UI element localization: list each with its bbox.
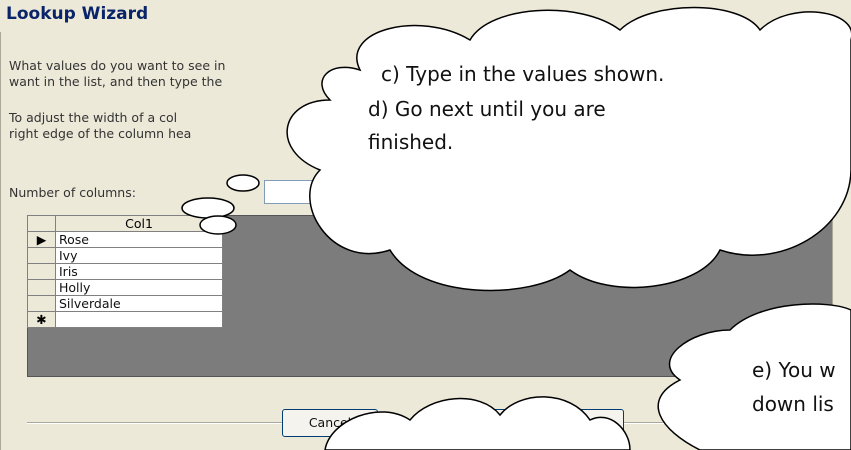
record-selector-current[interactable]: ▶ xyxy=(27,231,56,248)
back-button[interactable]: < Back xyxy=(430,409,526,437)
instruction-line-3: To adjust the width of a col xyxy=(9,110,178,125)
column-header-col1[interactable]: Col1 xyxy=(55,215,223,232)
record-selector[interactable] xyxy=(27,295,56,312)
table-row-new[interactable] xyxy=(55,311,223,328)
table-row[interactable]: Ivy xyxy=(55,247,223,264)
values-datasheet: Col1 ▶ Rose Ivy Iris Holly Silverdale ✱ xyxy=(27,215,223,328)
title-bar: Lookup Wizard xyxy=(0,0,851,32)
number-of-columns-input[interactable] xyxy=(264,180,326,204)
instruction-line-4: right edge of the column hea xyxy=(9,126,192,141)
datasheet-side-panel xyxy=(832,215,851,375)
callout-text-c: c) Type in the values shown. xyxy=(381,62,665,86)
table-row[interactable]: Iris xyxy=(55,263,223,280)
record-selector[interactable] xyxy=(27,247,56,264)
number-of-columns-label: Number of columns: xyxy=(9,185,136,200)
next-button[interactable]: Next > xyxy=(528,409,624,437)
table-row[interactable]: Silverdale xyxy=(55,295,223,312)
instruction-line-1: What values do you want to see in xyxy=(9,58,226,73)
new-record-selector[interactable]: ✱ xyxy=(27,311,56,328)
record-selector[interactable] xyxy=(27,279,56,296)
window-title: Lookup Wizard xyxy=(6,4,149,24)
callout-text-e-line2: down lis xyxy=(752,392,834,416)
callout-text-e-line1: e) You w xyxy=(752,358,836,382)
callout-text-d-line1: d) Go next until you are xyxy=(368,97,606,121)
table-row[interactable]: Rose xyxy=(55,231,223,248)
instruction-line-2: want in the list, and then type the xyxy=(9,74,223,89)
record-selector[interactable] xyxy=(27,263,56,280)
cancel-button[interactable]: Cancel xyxy=(282,409,378,437)
table-row[interactable]: Holly xyxy=(55,279,223,296)
lookup-wizard-dialog: What values do you want to see in want i… xyxy=(0,32,851,450)
callout-text-d-line2: finished. xyxy=(368,130,454,154)
grid-corner xyxy=(27,215,56,232)
